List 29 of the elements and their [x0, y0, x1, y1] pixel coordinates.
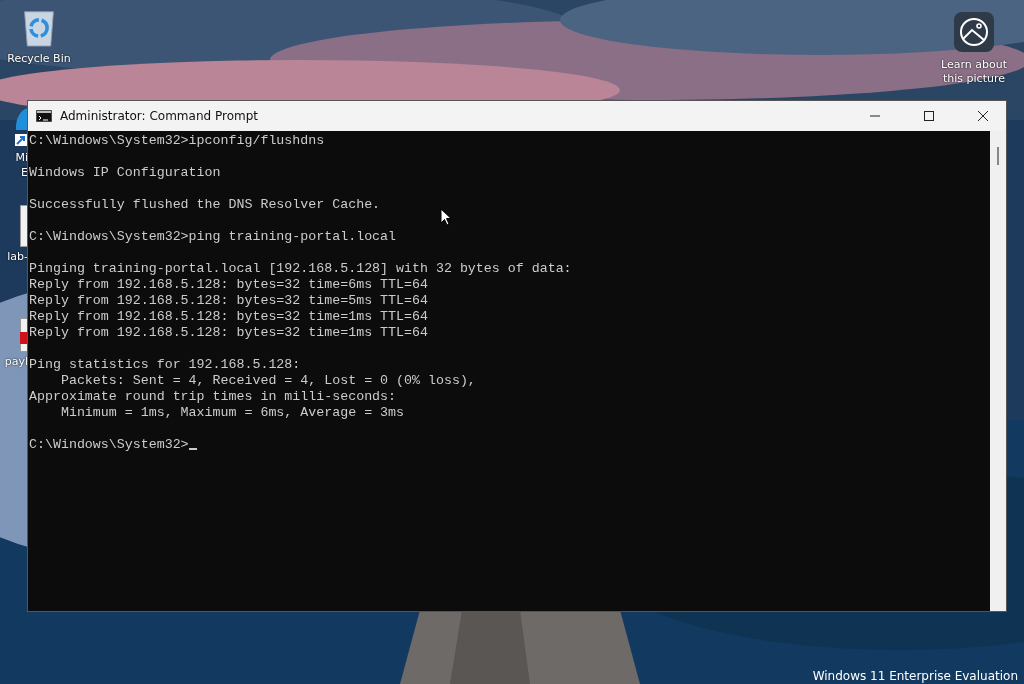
console-line: Pinging training-portal.local [192.168.5.128] with 32 bytes of data:	[29, 261, 572, 277]
console-line: Successfully flushed the DNS Resolver Cache.	[29, 197, 381, 213]
console-line: C:\Windows\System32>	[29, 437, 197, 453]
console-line: C:\Windows\System32>ping training-portal.local	[29, 229, 397, 245]
console-line: Reply from 192.168.5.128: bytes=32 time=6ms TTL=64	[29, 277, 428, 293]
console-line: Ping statistics for 192.168.5.128:	[29, 357, 301, 373]
browser-icon[interactable]	[14, 108, 28, 148]
console-line: Approximate round trip times in milli-seconds:	[29, 389, 397, 405]
icon-label: Learn about this picture	[941, 58, 1007, 86]
console-line: C:\Windows\System32>ipconfig/flushdns	[29, 133, 325, 149]
scrollbar[interactable]	[990, 131, 1006, 611]
edition-watermark: Windows 11 Enterprise Evaluation	[812, 668, 1018, 684]
recycle-bin-icon[interactable]	[21, 8, 57, 48]
console-app-icon	[36, 110, 52, 122]
console-line: Reply from 192.168.5.128: bytes=32 time=1ms TTL=64	[29, 309, 428, 325]
console-line: Minimum = 1ms, Maximum = 6ms, Average = 3ms	[59, 405, 405, 421]
console-line: Reply from 192.168.5.128: bytes=32 time=5ms TTL=64	[29, 293, 428, 309]
landscape-icon[interactable]	[954, 12, 994, 52]
icon-label: payl	[4, 354, 28, 369]
close-icon	[978, 111, 988, 121]
console-line: Reply from 192.168.5.128: bytes=32 time=1ms TTL=64	[29, 325, 428, 341]
mouse-pointer-icon	[440, 208, 452, 226]
window-title: Administrator: Command Prompt	[60, 109, 258, 123]
icon-label: lab-	[7, 249, 28, 264]
maximize-icon	[924, 111, 934, 121]
console-line: Packets: Sent = 4, Received = 4, Lost = 0 (0% loss),	[59, 373, 476, 389]
icon-label: Recycle Bin	[7, 52, 71, 66]
icon-label: Mi E	[15, 150, 28, 180]
console-line: Windows IP Configuration	[29, 165, 221, 181]
